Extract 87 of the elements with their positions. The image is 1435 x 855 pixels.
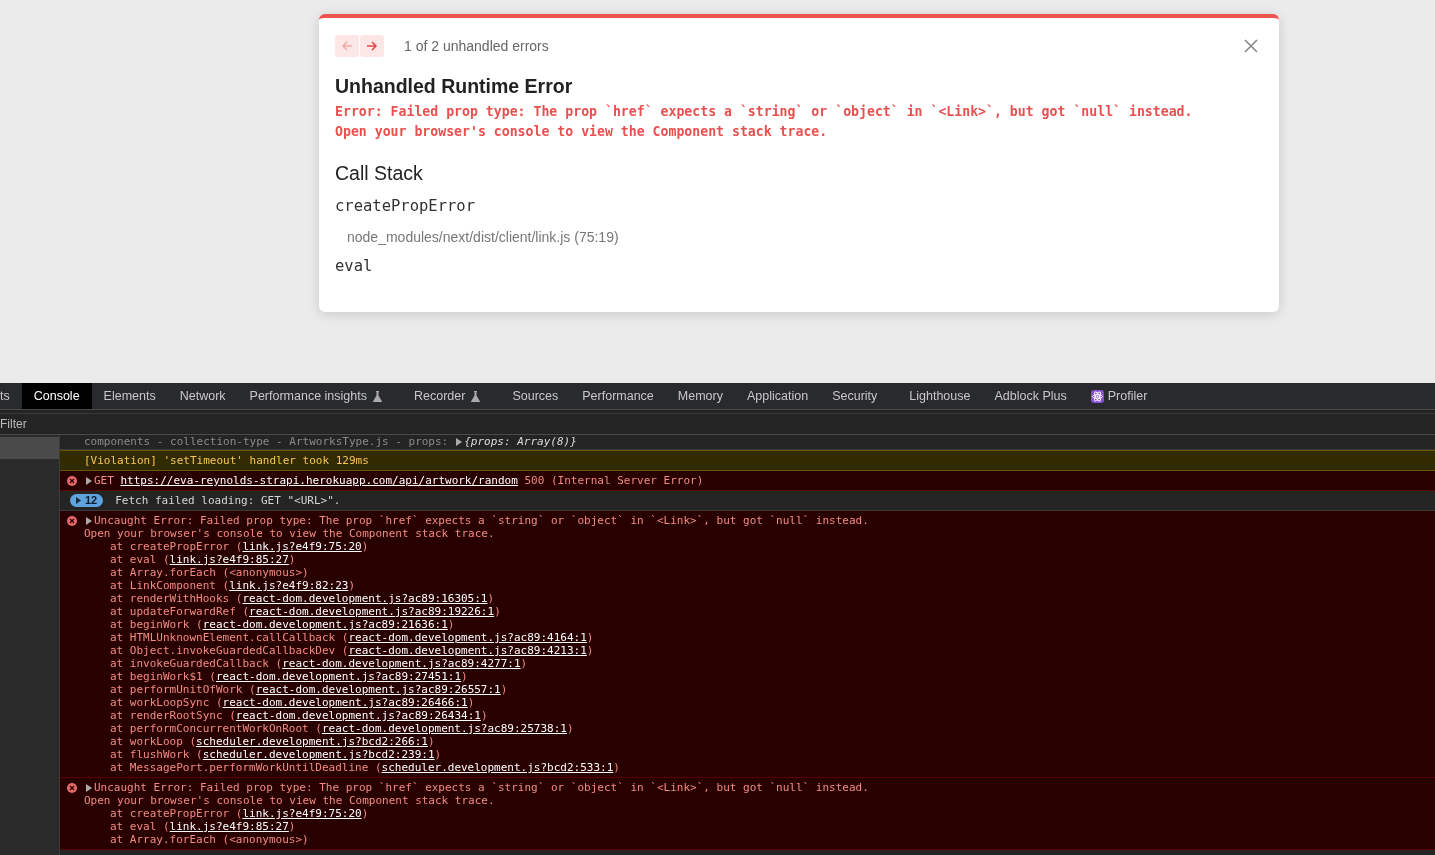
link[interactable]: react-dom.development.js?ac89:4213:1	[348, 644, 587, 657]
arrow-right-icon	[366, 40, 378, 52]
close-icon	[1244, 39, 1258, 53]
console-message: [Violation] 'setTimeout' handler took 129ms	[84, 454, 369, 467]
link[interactable]: react-dom.development.js?ac89:27451:1	[215, 670, 461, 683]
stack-frame: at Object.invokeGuardedCallbackDev (react-dom.development.js?ac89:4213:1)	[84, 644, 1435, 657]
arrow-left-icon	[341, 40, 353, 52]
stack-frame: at createPropError (link.js?e4f9:75:20)	[84, 807, 1435, 820]
expand-icon	[76, 497, 81, 504]
console-message: Fetch failed loading: GET "<URL>".	[115, 494, 341, 507]
tab[interactable]: Console	[21, 383, 92, 409]
error-message: Error: Failed prop type: The prop `href` expects a `string` or `object` in `<Link>`, but got `null` instead.	[335, 103, 1194, 121]
stack-frame: at workLoop (scheduler.development.js?bcd2:266:1)	[84, 735, 1435, 748]
tab[interactable]: Application	[735, 383, 821, 409]
error-message: Open your browser's console to view the Component stack trace.	[335, 123, 829, 141]
stack-frame: at renderWithHooks (react-dom.development.js?ac89:16305:1)	[84, 592, 1435, 605]
link[interactable]: react-dom.development.js?ac89:4164:1	[348, 631, 587, 644]
error-icon	[67, 783, 77, 793]
link[interactable]: scheduler.development.js?bcd2:266:1	[196, 735, 428, 748]
tab[interactable]: Adblock Plus	[982, 383, 1079, 409]
link[interactable]: scheduler.development.js?bcd2:533:1	[381, 761, 614, 774]
tab[interactable]: Network	[167, 383, 238, 409]
link[interactable]: react-dom.development.js?ac89:25738:1	[321, 722, 567, 735]
frame-location: node_modules/next/dist/client/link.js (75:19)	[347, 229, 620, 245]
link[interactable]: react-dom.development.js?ac89:19226:1	[249, 605, 495, 618]
stack-frame: at LinkComponent (link.js?e4f9:82:23)	[84, 579, 1435, 592]
link[interactable]: link.js?e4f9:75:20	[242, 807, 362, 820]
tab[interactable]: Profiler	[1078, 383, 1160, 409]
tab[interactable]: Performance	[570, 383, 666, 409]
stack-frame: at eval (link.js?e4f9:85:27)	[84, 553, 1435, 566]
stack-frame: at Array.forEach (<anonymous>)	[84, 566, 1435, 579]
atom-icon	[1090, 389, 1104, 403]
link[interactable]: scheduler.development.js?bcd2:239:1	[202, 748, 435, 761]
stack-frame: at invokeGuardedCallback (react-dom.development.js?ac89:4277:1)	[84, 657, 1435, 670]
link[interactable]: link.js?e4f9:85:27	[169, 553, 289, 566]
console-message: Uncaught Error: Failed prop type: The prop `href` expects a `string` or `object` in `<Link>`, but got `null` instead.	[94, 781, 869, 794]
stack-frame: at MessagePort.performWorkUntilDeadline (scheduler.development.js?bcd2:533:1)	[84, 761, 1435, 774]
stack-frame: at createPropError (link.js?e4f9:75:20)	[84, 540, 1435, 553]
error-icon	[67, 516, 77, 526]
console-message: Uncaught Error: Failed prop type: The prop `href` expects a `string` or `object` in `<Link>`, but got `null` instead.	[94, 514, 869, 527]
stack-frame: at HTMLUnknownElement.callCallback (react-dom.development.js?ac89:4164:1)	[84, 631, 1435, 644]
console-message: components - collection-type - ArtworksType.js - props:	[84, 435, 449, 448]
stack-frame: at updateForwardRef (react-dom.development.js?ac89:19226:1)	[84, 605, 1435, 618]
console-message: Open your browser's console to view the Component stack trace.	[84, 794, 495, 807]
tab[interactable]: Sources	[500, 383, 571, 409]
link[interactable]: react-dom.development.js?ac89:16305:1	[242, 592, 488, 605]
tab[interactable]: Recorder	[402, 383, 501, 409]
stack-frame: at flushWork (scheduler.development.js?bcd2:239:1)	[84, 748, 1435, 761]
link[interactable]: link.js?e4f9:82:23	[229, 579, 349, 592]
stack-frame: at renderRootSync (react-dom.development.js?ac89:26434:1)	[84, 709, 1435, 722]
next-button[interactable]	[360, 35, 384, 57]
count-badge[interactable]: 12	[70, 494, 104, 507]
stack-frame: at Array.forEach (<anonymous>)	[84, 833, 1435, 846]
error-counter: 1 of 2 unhandled errors	[404, 38, 549, 54]
link[interactable]: react-dom.development.js?ac89:26557:1	[255, 683, 501, 696]
close-button[interactable]	[1243, 38, 1259, 54]
stack-frame: at workLoopSync (react-dom.development.js?ac89:26466:1)	[84, 696, 1435, 709]
filter-field[interactable]: Filter	[0, 417, 200, 431]
stack-frame: at beginWork$1 (react-dom.development.js?ac89:27451:1)	[84, 670, 1435, 683]
stack-frame: at performUnitOfWork (react-dom.development.js?ac89:26557:1)	[84, 683, 1435, 696]
stack-frame: at beginWork (react-dom.development.js?ac89:21636:1)	[84, 618, 1435, 631]
frame-name: createPropError	[335, 197, 476, 215]
call-stack-title: Call Stack	[335, 162, 424, 185]
error-title: Unhandled Runtime Error	[335, 75, 574, 98]
link[interactable]: link.js?e4f9:75:20	[242, 540, 362, 553]
stack-frame: at eval (link.js?e4f9:85:27)	[84, 820, 1435, 833]
frame-name: eval	[335, 257, 374, 275]
object-preview: {props: Array(8)}	[464, 435, 577, 448]
tab[interactable]: ts	[0, 383, 22, 409]
tab[interactable]: Performance insights	[237, 383, 402, 409]
link[interactable]: react-dom.development.js?ac89:4277:1	[282, 657, 521, 670]
stack-frame: at performConcurrentWorkOnRoot (react-dom.development.js?ac89:25738:1)	[84, 722, 1435, 735]
link[interactable]: link.js?e4f9:85:27	[169, 820, 289, 833]
tab[interactable]: Elements	[91, 383, 168, 409]
tab[interactable]: Lighthouse	[897, 383, 983, 409]
console-message: GET https://eva-reynolds-strapi.herokuapp.com/api/artwork/random 500 (Internal Server Error)	[94, 474, 704, 487]
link[interactable]: react-dom.development.js?ac89:21636:1	[202, 618, 448, 631]
tab[interactable]: Security	[820, 383, 898, 409]
link[interactable]: react-dom.development.js?ac89:26466:1	[222, 696, 468, 709]
tab[interactable]: Memory	[665, 383, 735, 409]
console-message: Open your browser's console to view the Component stack trace.	[84, 527, 495, 540]
link[interactable]: https://eva-reynolds-strapi.herokuapp.com/api/artwork/random	[120, 474, 518, 487]
error-icon	[67, 476, 77, 486]
expand-icon	[456, 437, 463, 446]
flask-icon	[471, 390, 481, 402]
link[interactable]: react-dom.development.js?ac89:26434:1	[235, 709, 481, 722]
flask-icon	[373, 390, 382, 402]
